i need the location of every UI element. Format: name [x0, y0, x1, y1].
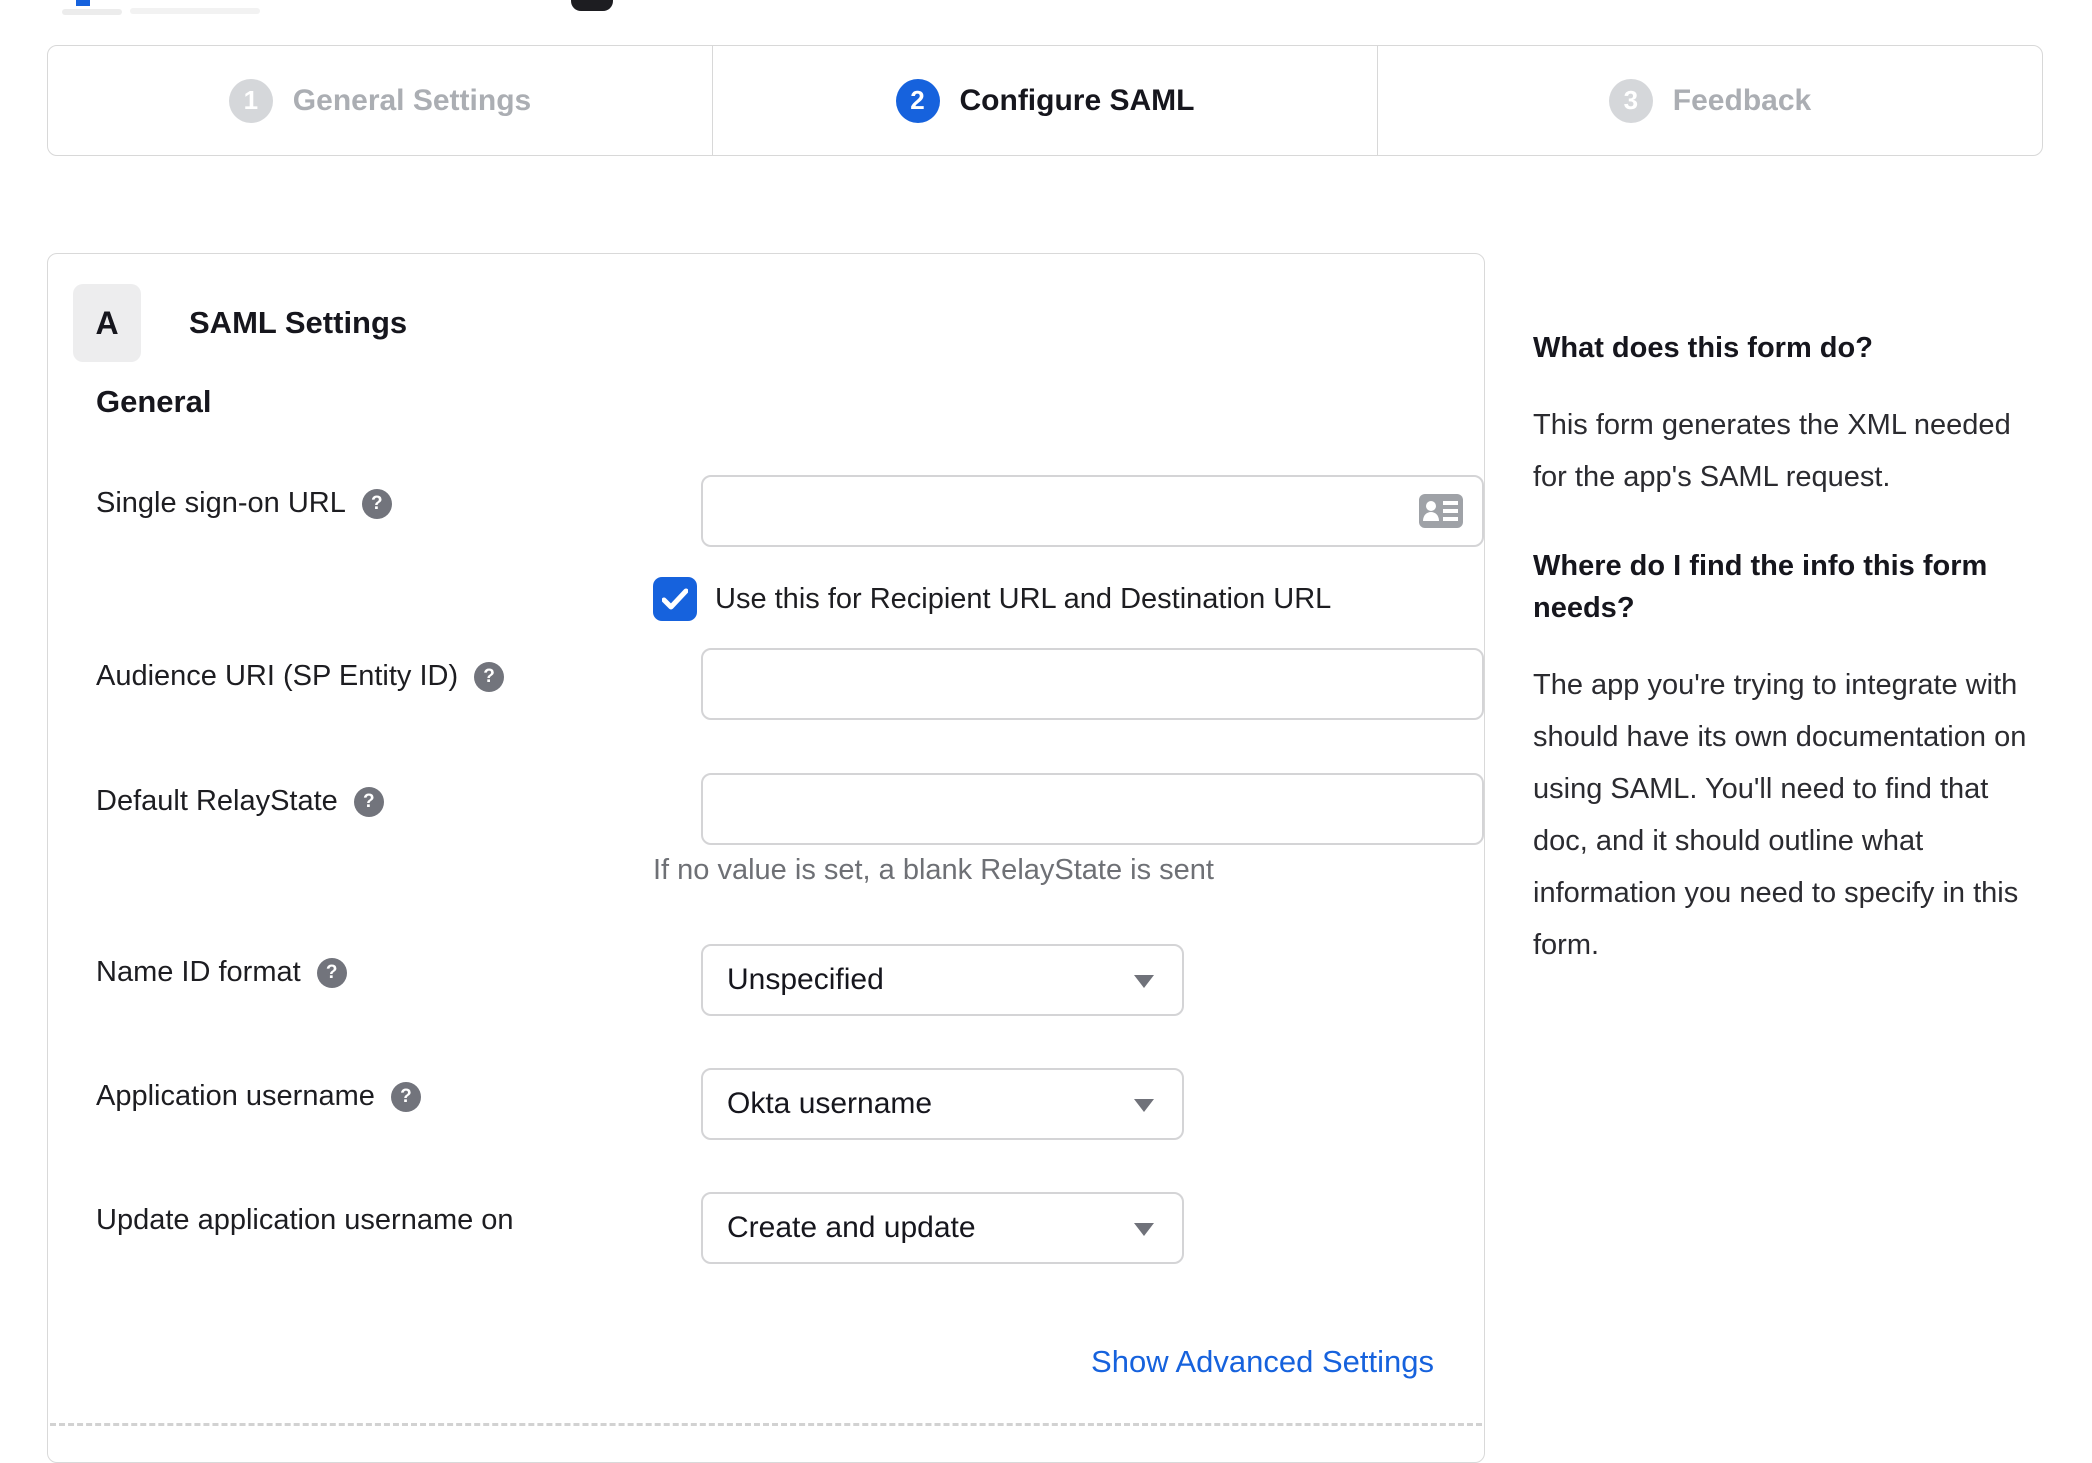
chevron-down-icon: [1134, 975, 1154, 988]
contact-card-icon[interactable]: [1418, 493, 1464, 529]
step-configure-saml[interactable]: 2 Configure SAML: [712, 46, 1377, 155]
application-username-select[interactable]: Okta username: [701, 1068, 1184, 1140]
recipient-url-checkbox[interactable]: [653, 577, 697, 621]
help-icon[interactable]: ?: [474, 661, 505, 692]
step-number-badge: 2: [895, 78, 940, 123]
step-general-settings[interactable]: 1 General Settings: [48, 46, 712, 155]
select-value: Unspecified: [727, 963, 884, 996]
saml-settings-panel: A SAML Settings General Single sign-on U…: [47, 253, 1485, 1463]
sidebar-heading: What does this form do?: [1533, 332, 1873, 364]
name-id-format-label: Name ID format ?: [96, 956, 347, 989]
show-advanced-settings-link[interactable]: Show Advanced Settings: [1091, 1344, 1434, 1380]
cutoff-logo-fragment: [571, 0, 613, 11]
general-group-heading: General: [96, 384, 212, 419]
help-sidebar: What does this form do? This form genera…: [1533, 327, 2049, 1013]
help-icon[interactable]: ?: [316, 957, 347, 988]
select-value: Create and update: [727, 1211, 976, 1244]
checkmark-icon: [662, 588, 688, 610]
step-label: Configure SAML: [959, 83, 1195, 117]
step-label: General Settings: [292, 83, 532, 117]
application-username-label: Application username ?: [96, 1080, 421, 1113]
name-id-format-select[interactable]: Unspecified: [701, 944, 1184, 1016]
help-icon[interactable]: ?: [390, 1081, 421, 1112]
update-application-username-select[interactable]: Create and update: [701, 1192, 1184, 1264]
recipient-url-checkbox-label: Use this for Recipient URL and Destinati…: [715, 582, 1332, 615]
sidebar-paragraph: The app you're trying to integrate with …: [1533, 669, 2027, 961]
cutoff-grey-fragment: [62, 9, 122, 15]
single-sign-on-url-label: Single sign-on URL ?: [96, 487, 392, 520]
step-feedback[interactable]: 3 Feedback: [1377, 46, 2042, 155]
step-label: Feedback: [1672, 83, 1812, 117]
chevron-down-icon: [1134, 1099, 1154, 1112]
sidebar-heading: Where do I find the info this form needs…: [1533, 550, 1988, 624]
cutoff-blue-fragment: [76, 0, 90, 6]
single-sign-on-url-input[interactable]: [701, 475, 1484, 547]
step-number-badge: 1: [228, 78, 273, 123]
wizard-stepper: 1 General Settings 2 Configure SAML 3 Fe…: [47, 45, 2043, 156]
audience-uri-label: Audience URI (SP Entity ID) ?: [96, 660, 505, 693]
default-relaystate-label: Default RelayState ?: [96, 785, 384, 818]
audience-uri-input[interactable]: [701, 648, 1484, 720]
chevron-down-icon: [1134, 1223, 1154, 1236]
default-relaystate-input[interactable]: [701, 773, 1484, 845]
section-title: SAML Settings: [189, 305, 408, 340]
select-value: Okta username: [727, 1087, 933, 1120]
step-number-badge: 3: [1608, 78, 1653, 123]
section-a-badge: A: [73, 284, 141, 362]
relaystate-hint: If no value is set, a blank RelayState i…: [653, 854, 1214, 886]
update-application-username-label: Update application username on: [96, 1204, 514, 1236]
sidebar-paragraph: This form generates the XML needed for t…: [1533, 409, 2011, 493]
cutoff-grey-fragment: [130, 8, 260, 14]
help-icon[interactable]: ?: [353, 786, 384, 817]
help-icon[interactable]: ?: [361, 488, 392, 519]
